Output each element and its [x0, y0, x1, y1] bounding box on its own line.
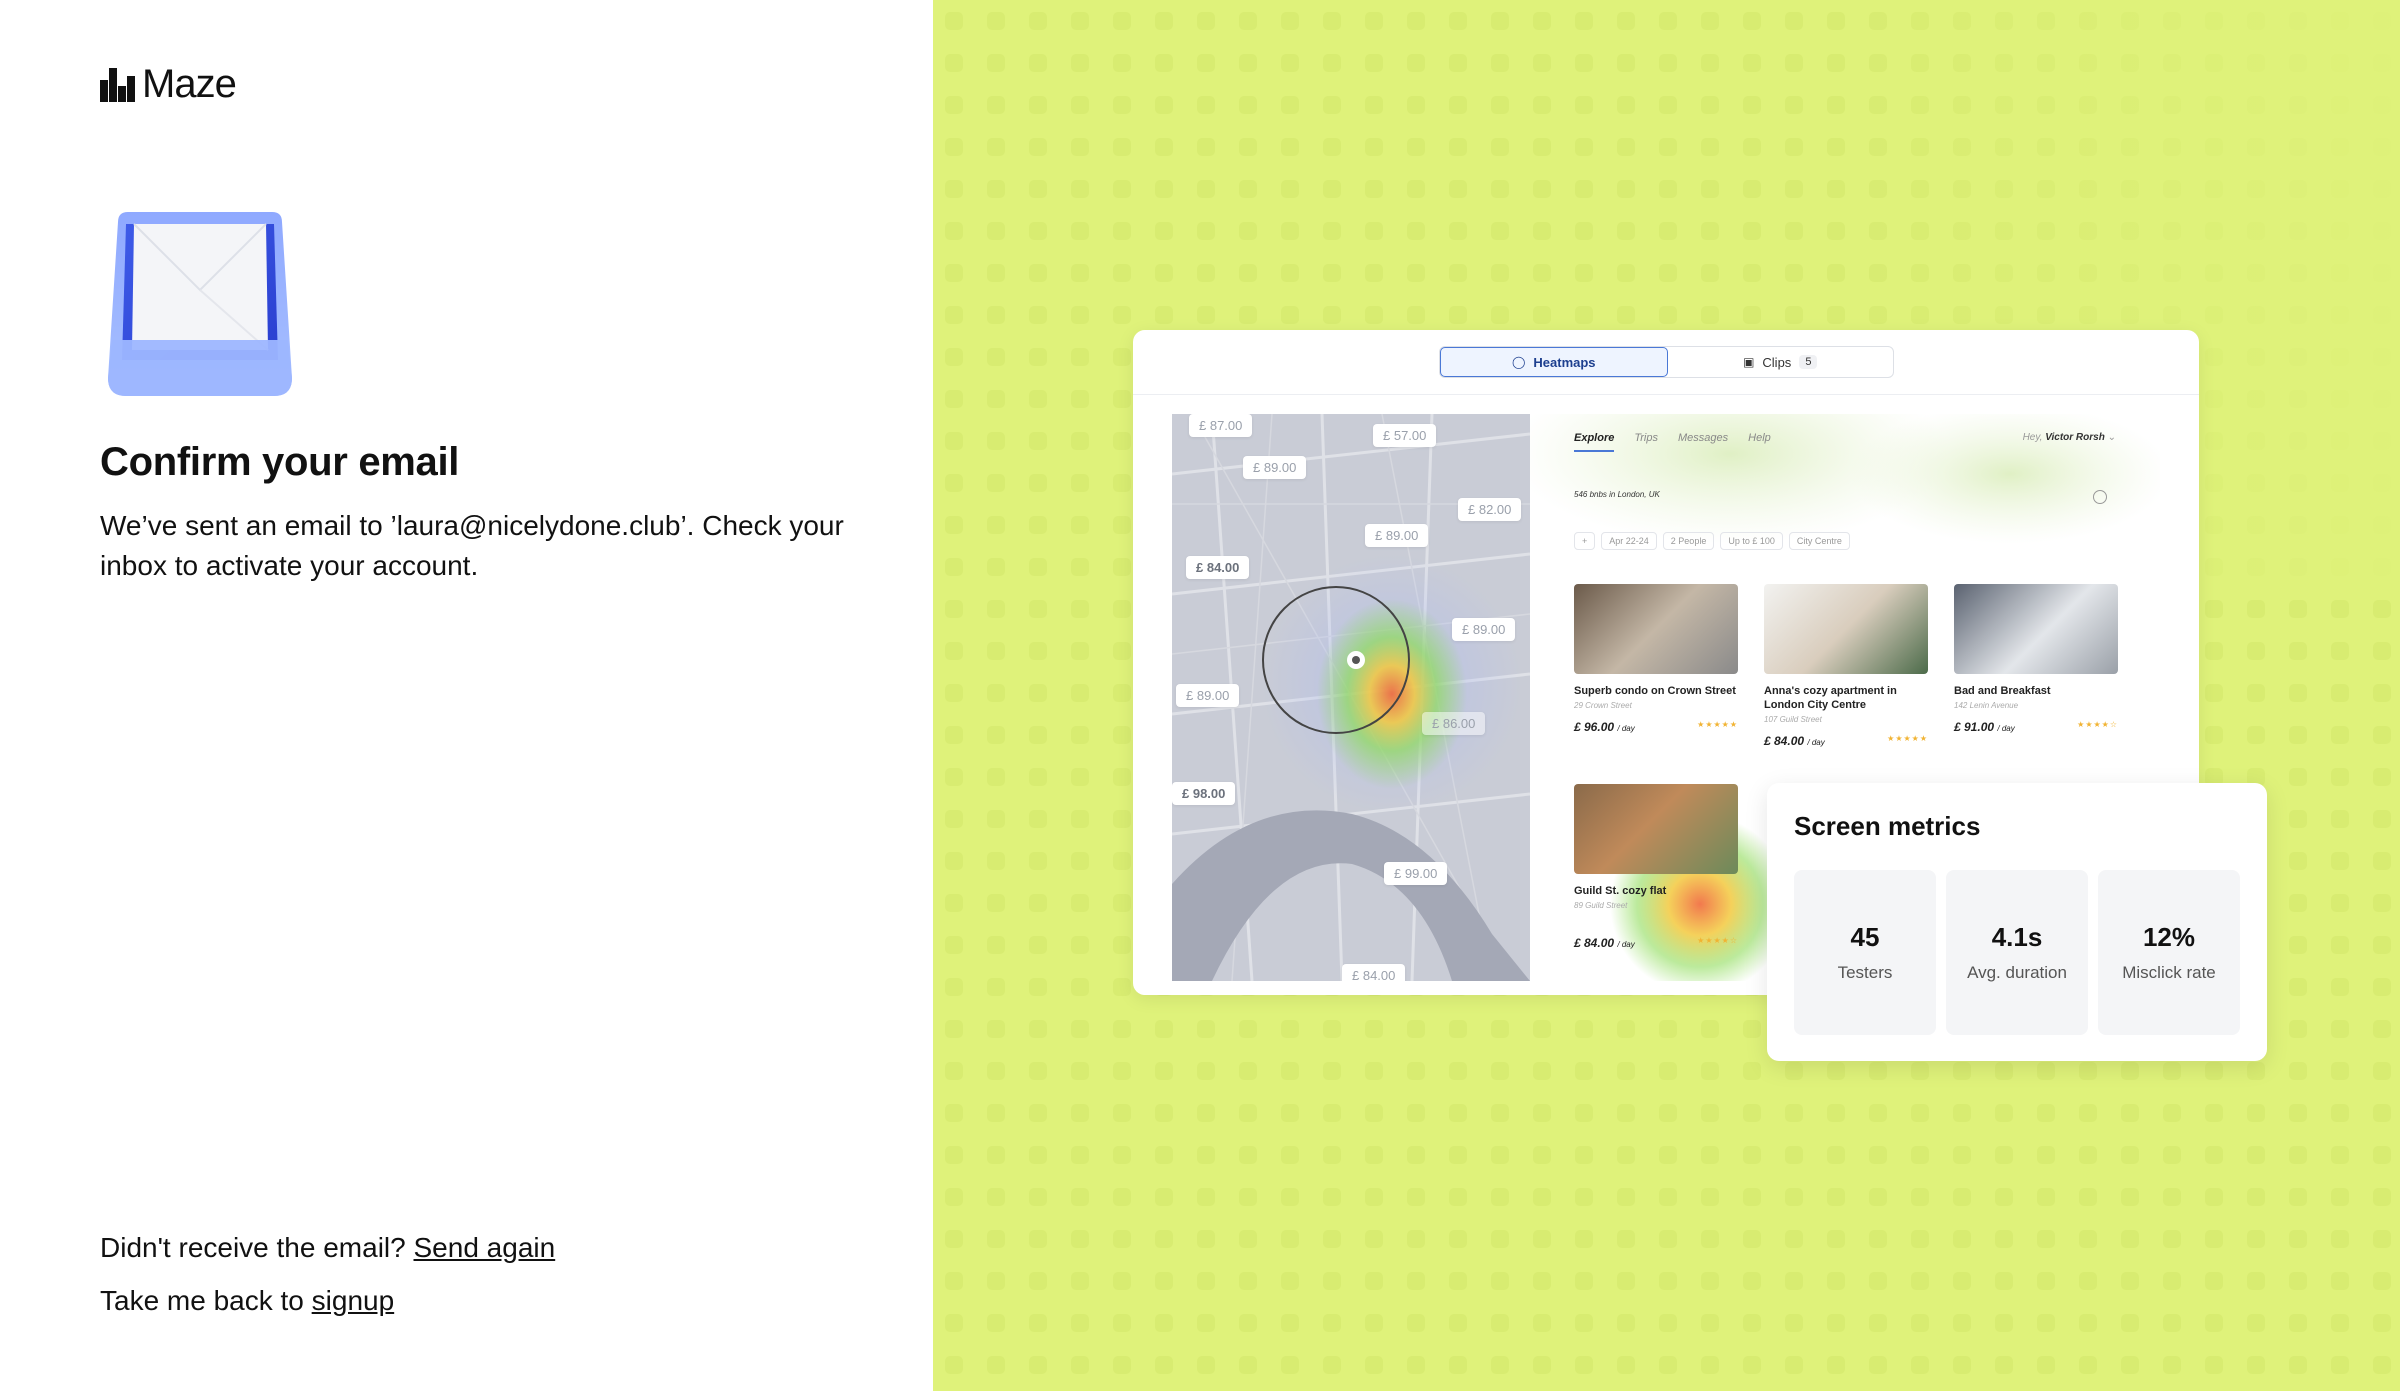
- metric-value: 12%: [2142, 922, 2196, 952]
- price-unit: / day: [1617, 724, 1635, 733]
- listing-title: Anna's cozy apartment in London City Cen…: [1764, 685, 1897, 711]
- divider: [1133, 394, 2199, 395]
- search-icon[interactable]: [2093, 490, 2107, 504]
- nav-explore[interactable]: Explore: [1574, 432, 1615, 452]
- metric-value: 45: [1850, 922, 1880, 952]
- map-price-tag: £ 87.00: [1189, 414, 1253, 437]
- listing-address: 142 Lenin Avenue: [1954, 701, 2019, 710]
- app-nav: Explore Trips Messages Help: [1574, 432, 1771, 452]
- filter-price[interactable]: Up to £ 100: [1720, 532, 1783, 550]
- page-title: Confirm your email: [100, 440, 460, 484]
- add-filter-button[interactable]: +: [1574, 532, 1596, 550]
- metric-label: Avg. duration: [1967, 963, 2067, 982]
- listing-address: 89 Guild Street: [1574, 901, 1628, 910]
- metric-misclick-rate: 12% Misclick rate: [2098, 870, 2240, 1035]
- listing-price: £ 84.00: [1574, 936, 1615, 950]
- tab-clips-label: Clips: [1762, 354, 1792, 370]
- listing-price: £ 84.00: [1764, 734, 1805, 748]
- tab-heatmaps[interactable]: ◯ Heatmaps: [1440, 347, 1668, 377]
- metric-avg-duration: 4.1s Avg. duration: [1946, 870, 2088, 1035]
- envelope-tray-icon: [108, 212, 292, 396]
- map-price-tag: £ 84.00: [1342, 964, 1406, 981]
- map-price-tag: £ 82.00: [1458, 498, 1522, 521]
- map-price-tag: £ 89.00: [1176, 684, 1240, 707]
- send-again-link[interactable]: Send again: [414, 1232, 556, 1263]
- mockup-tabs: ◯ Heatmaps ▣ Clips 5: [1439, 346, 1894, 378]
- filter-area[interactable]: City Centre: [1788, 532, 1850, 550]
- map-price-tag: £ 86.00: [1422, 712, 1486, 735]
- price-unit: / day: [1617, 940, 1635, 949]
- signup-link[interactable]: signup: [312, 1285, 395, 1316]
- screen-metrics-card: Screen metrics 45 Testers 4.1s Avg. dura…: [1767, 783, 2267, 1061]
- metrics-title: Screen metrics: [1794, 811, 1981, 841]
- listing-card[interactable]: Guild St. cozy flat 89 Guild Street £ 84…: [1574, 784, 1738, 950]
- promo-panel: ◯ Heatmaps ▣ Clips 5 £ 87.00 £ 89.00 £ 5…: [933, 0, 2400, 1391]
- listing-card[interactable]: Anna's cozy apartment in London City Cen…: [1764, 584, 1928, 748]
- listing-address: 29 Crown Street: [1574, 701, 1632, 710]
- listing-price-row: £ 84.00 / day ★★★★☆: [1574, 936, 1738, 950]
- listing-photo: [1954, 584, 2118, 674]
- filter-bar: + Apr 22-24 2 People Up to £ 100 City Ce…: [1574, 532, 1850, 550]
- back-prompt: Take me back to: [100, 1285, 312, 1316]
- metric-value: 4.1s: [1991, 922, 2043, 952]
- listing-price-row: £ 84.00 / day ★★★★★: [1764, 734, 1928, 748]
- flame-icon: ◯: [1511, 355, 1526, 369]
- rating-stars-icon: ★★★★☆: [1697, 936, 1738, 945]
- listing-price-row: £ 91.00 / day ★★★★☆: [1954, 720, 2118, 734]
- price-unit: / day: [1807, 738, 1825, 747]
- results-count: 546 bnbs in London, UK: [1574, 490, 1660, 499]
- map-price-tag: £ 57.00: [1373, 424, 1437, 447]
- nav-help[interactable]: Help: [1748, 432, 1771, 452]
- greeting-prefix: Hey,: [2022, 432, 2046, 443]
- rating-stars-icon: ★★★★☆: [2077, 720, 2118, 729]
- rating-stars-icon: ★★★★★: [1887, 734, 1928, 743]
- confirmation-message: We’ve sent an email to ’laura@nicelydone…: [100, 510, 844, 581]
- filter-dates[interactable]: Apr 22-24: [1601, 532, 1657, 550]
- rating-stars-icon: ★★★★★: [1697, 720, 1738, 729]
- chevron-down-icon: ⌄: [2107, 432, 2116, 443]
- listing-price: £ 96.00: [1574, 720, 1615, 734]
- map-view: £ 87.00 £ 89.00 £ 57.00 £ 82.00 £ 89.00 …: [1172, 414, 1530, 981]
- listing-card[interactable]: Superb condo on Crown Street 29 Crown St…: [1574, 584, 1738, 734]
- film-icon: ▣: [1743, 355, 1755, 369]
- tab-clips[interactable]: ▣ Clips 5: [1668, 347, 1894, 377]
- nav-messages[interactable]: Messages: [1678, 432, 1728, 452]
- brand-name: Maze: [142, 62, 237, 106]
- listing-photo: [1764, 584, 1928, 674]
- user-greeting[interactable]: Hey, Victor Rorsh ⌄: [2023, 432, 2116, 443]
- price-unit: / day: [1997, 724, 2015, 733]
- map-price-tag: £ 89.00: [1452, 618, 1516, 641]
- auth-panel: Maze Confirm your email We’ve sent an em…: [0, 0, 933, 1391]
- listing-photo: [1574, 784, 1738, 874]
- clips-count-badge: 5: [1799, 355, 1818, 369]
- tab-heatmaps-label: Heatmaps: [1533, 354, 1596, 370]
- listing-price: £ 91.00: [1954, 720, 1995, 734]
- listing-photo: [1574, 584, 1738, 674]
- listing-price-row: £ 96.00 / day ★★★★★: [1574, 720, 1738, 734]
- map-price-tag: £ 84.00: [1186, 556, 1250, 579]
- listing-card[interactable]: Bad and Breakfast 142 Lenin Avenue £ 91.…: [1954, 584, 2118, 734]
- metric-label: Testers: [1837, 963, 1893, 982]
- resend-row: Didn't receive the email? Send again: [100, 1232, 555, 1264]
- listing-address: 107 Guild Street: [1764, 715, 1822, 724]
- filter-guests[interactable]: 2 People: [1662, 532, 1715, 550]
- metric-label: Misclick rate: [2122, 963, 2216, 982]
- map-price-tag: £ 98.00: [1172, 782, 1236, 805]
- map-price-tag: £ 89.00: [1365, 524, 1429, 547]
- maze-logo[interactable]: Maze: [100, 62, 237, 107]
- map-price-tag: £ 89.00: [1243, 456, 1307, 479]
- resend-prompt: Didn't receive the email?: [100, 1232, 414, 1263]
- map-price-tag: £ 99.00: [1384, 862, 1448, 885]
- back-row: Take me back to signup: [100, 1285, 394, 1317]
- user-name: Victor Rorsh: [2045, 432, 2105, 443]
- listing-title: Guild St. cozy flat: [1574, 885, 1667, 897]
- nav-trips[interactable]: Trips: [1634, 432, 1658, 452]
- maze-logo-icon: [100, 67, 135, 102]
- listing-title: Bad and Breakfast: [1954, 685, 2051, 697]
- metric-testers: 45 Testers: [1794, 870, 1936, 1035]
- listing-title: Superb condo on Crown Street: [1574, 685, 1736, 697]
